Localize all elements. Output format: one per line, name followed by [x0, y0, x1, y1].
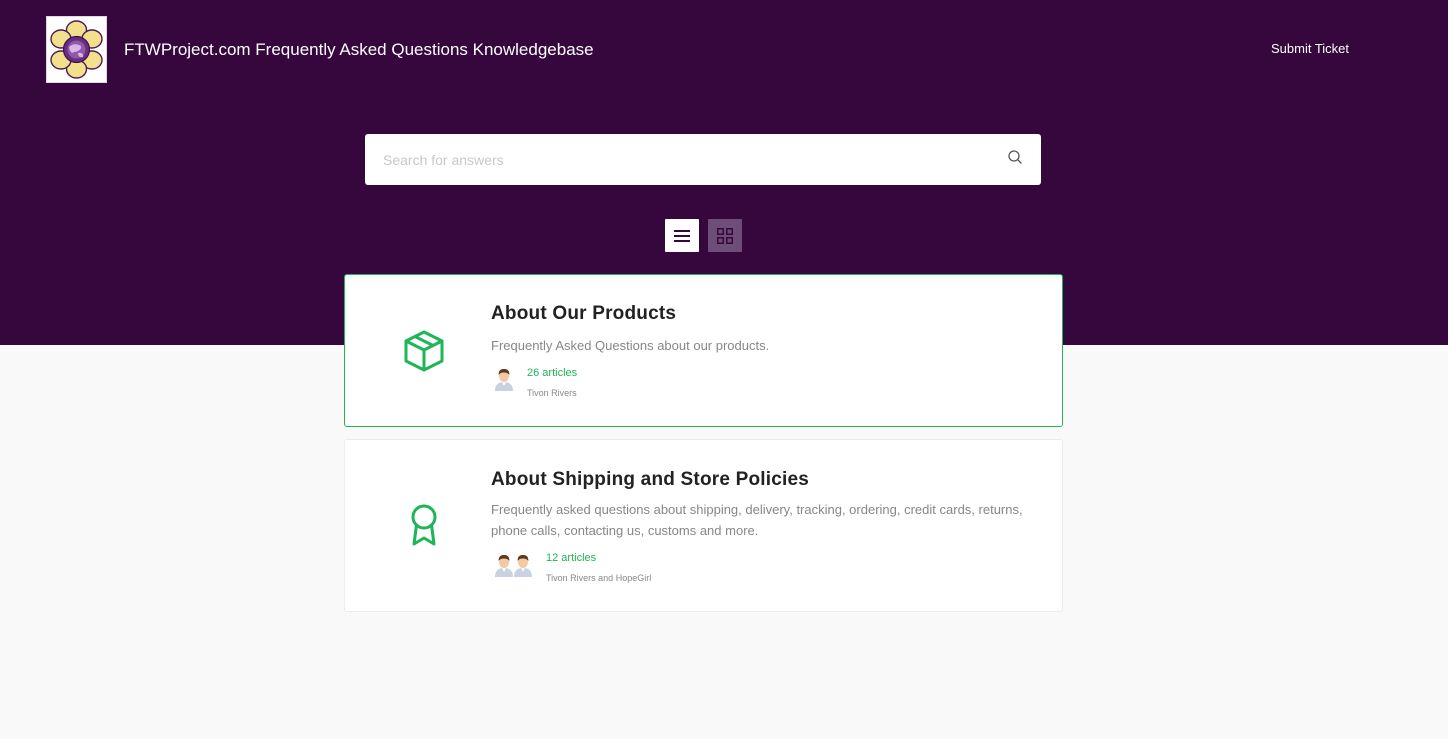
author-avatar-icon	[514, 555, 532, 577]
site-logo[interactable]	[46, 16, 107, 83]
category-description: Frequently asked questions about shippin…	[491, 502, 1023, 538]
grid-view-button[interactable]	[708, 219, 742, 252]
submit-ticket-link[interactable]: Submit Ticket	[1271, 41, 1349, 57]
category-card-shipping-policies[interactable]: About Shipping and Store Policies Freque…	[344, 439, 1063, 612]
grid-icon	[717, 227, 733, 244]
site-title: FTWProject.com Frequently Asked Question…	[124, 40, 594, 59]
author-avatar-icon	[495, 555, 513, 577]
flower-globe-icon	[50, 20, 103, 79]
category-card-products[interactable]: About Our Products Frequently Asked Ques…	[344, 274, 1063, 427]
category-authors: Tivon Rivers and HopeGirl	[546, 573, 652, 583]
search-bar	[365, 134, 1041, 185]
award-ribbon-icon	[411, 504, 437, 546]
category-title[interactable]: About Shipping and Store Policies	[491, 469, 809, 491]
article-count-link[interactable]: 26 articles	[527, 367, 577, 379]
category-title[interactable]: About Our Products	[491, 303, 676, 325]
author-avatar-icon	[495, 369, 513, 391]
category-authors: Tivon Rivers	[527, 388, 577, 398]
list-view-button[interactable]	[665, 219, 699, 252]
article-count-link[interactable]: 12 articles	[546, 552, 596, 564]
search-icon[interactable]	[1007, 149, 1023, 165]
package-icon	[404, 330, 444, 372]
list-icon	[674, 229, 690, 242]
search-input[interactable]	[365, 134, 985, 185]
category-description: Frequently Asked Questions about our pro…	[491, 338, 770, 353]
